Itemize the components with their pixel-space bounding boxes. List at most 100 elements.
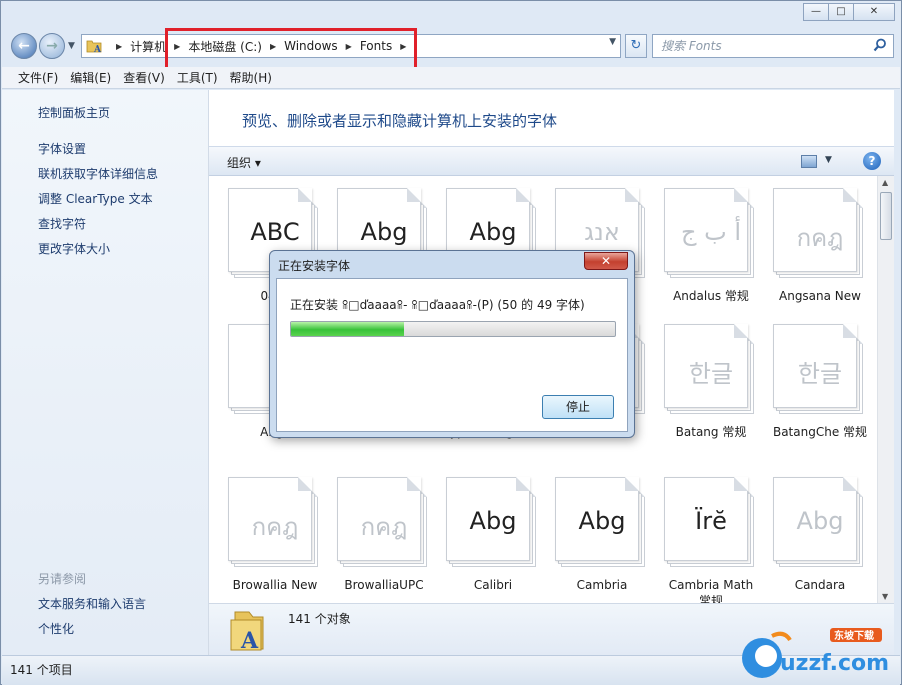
font-tile[interactable]: Ïrĕ Cambria Math 常规 [661,477,761,603]
font-file-icon: Abg [555,477,649,571]
font-name-label: BatangChe 常规 [772,425,868,439]
scroll-up-icon[interactable]: ▲ [882,178,888,187]
svg-text:东坡下载: 东坡下载 [834,629,874,642]
svg-text:uzzf.com: uzzf.com [780,651,889,676]
text-services-link[interactable]: 文本服务和输入语言 [38,595,146,612]
scroll-down-icon[interactable]: ▼ [882,592,888,601]
search-input[interactable]: 搜索 Fonts [652,34,894,58]
address-dropdown-icon[interactable]: ▼ [609,37,616,47]
font-preview-glyph: กคฎ [251,513,299,541]
font-preview-glyph: กคฎ [796,224,844,252]
font-file-icon: 한글 [664,324,758,418]
online-font-info-link[interactable]: 联机获取字体详细信息 [38,165,158,182]
maximize-button[interactable]: □ [828,3,854,21]
stop-button[interactable]: 停止 [542,395,614,419]
font-tile[interactable]: Abg Cambria [552,477,652,593]
font-preview-glyph: Abg [469,507,517,535]
refresh-button[interactable]: ↻ [625,34,647,58]
see-also-heading: 另请参阅 [38,572,87,586]
font-name-label: Candara [794,578,846,592]
font-preview-glyph: ABC [250,218,300,246]
font-tile[interactable]: กคฎ Browallia New [225,477,325,593]
font-tile[interactable]: Abg Calibri [443,477,543,593]
font-preview-glyph: Abg [360,218,408,246]
explorer-window: — □ ✕ ← → ▼ A ▶ 计算机 ▶ 本地磁盘 (C:) ▶ Window… [0,0,902,685]
history-dropdown-icon[interactable]: ▼ [68,41,75,51]
minimize-button[interactable]: — [803,3,829,21]
vertical-scrollbar[interactable]: ▲ ▼ [877,176,894,603]
font-name-label: Browallia New [232,578,318,592]
menu-tools[interactable]: 工具(T) [177,69,218,86]
font-preview-glyph: Abg [469,218,517,246]
install-progress-message: 正在安装 ꕉ□ďaaaaꕉ- ꕉ□ďaaaaꕉ-(P) (50 的 49 字体) [290,298,585,312]
command-bar: 组织 ▾ ▼ ? [209,146,894,176]
close-button[interactable]: ✕ [853,3,895,21]
cleartype-link[interactable]: 调整 ClearType 文本 [38,190,153,207]
font-preview-glyph: Abg [796,507,844,535]
font-file-icon: กคฎ [228,477,322,571]
font-tile[interactable]: 한글 Batang 常规 [661,324,761,440]
font-file-icon: กคฎ [337,477,431,571]
menu-help[interactable]: 帮助(H) [230,69,272,86]
menu-view[interactable]: 查看(V) [123,69,165,86]
item-count-detail: 141 个对象 [288,612,351,626]
svg-text:A: A [240,628,259,652]
caption-buttons: — □ ✕ [803,3,895,21]
font-name-label: Angsana New [779,289,861,303]
fonts-folder-icon: A [86,40,102,54]
font-name-label: Cambria [576,578,628,592]
font-preview-glyph: אנג [584,218,620,246]
menu-file[interactable]: 文件(F) [18,69,58,86]
font-tile[interactable]: กคฎ BrowalliaUPC [334,477,434,593]
font-name-label: Batang 常规 [675,425,747,439]
font-file-icon: กคฎ [773,188,867,282]
dialog-title: 正在安装字体 [278,259,351,273]
font-name-label: Andalus 常规 [673,289,749,303]
font-preview-glyph: Ïrĕ [695,507,727,535]
font-name-label: Calibri [473,578,513,592]
view-dropdown-icon[interactable]: ▼ [825,155,832,165]
font-file-icon: Ïrĕ [664,477,758,571]
font-tile[interactable]: أ ب ج Andalus 常规 [661,188,761,304]
menu-bar: 文件(F) 编辑(E) 查看(V) 工具(T) 帮助(H) [2,67,900,89]
find-character-link[interactable]: 查找字符 [38,215,86,232]
font-file-icon: أ ب ج [664,188,758,282]
font-preview-glyph: 한글 [797,360,843,388]
help-icon[interactable]: ? [863,152,881,170]
personalization-link[interactable]: 个性化 [38,620,74,637]
change-view-icon[interactable] [801,155,817,168]
scroll-thumb[interactable] [880,192,892,240]
search-icon[interactable] [873,38,887,52]
font-file-icon: Abg [773,477,867,571]
status-bar: 141 个项目 东坡下载 uzzf.com [2,628,900,685]
fonts-folder-large-icon: A [230,611,264,652]
font-tile[interactable]: กคฎ Angsana New [770,188,870,304]
task-pane: 控制面板主页 字体设置 联机获取字体详细信息 调整 ClearType 文本 查… [2,90,209,655]
navigation-row: ← → ▼ A ▶ 计算机 ▶ 本地磁盘 (C:) ▶ Windows ▶ Fo… [7,31,895,63]
back-button[interactable]: ← [11,33,37,59]
change-font-size-link[interactable]: 更改字体大小 [38,240,110,257]
forward-button[interactable]: → [39,33,65,59]
breadcrumb-computer[interactable]: 计算机 [130,38,166,55]
install-progress-bar [290,321,616,337]
dialog-close-button[interactable]: ✕ [584,252,628,270]
font-tile[interactable]: Abg Candara [770,477,870,593]
organize-button[interactable]: 组织 ▾ [227,154,261,171]
font-preview-glyph: กคฎ [360,513,408,541]
menu-edit[interactable]: 编辑(E) [70,69,111,86]
font-file-icon: 한글 [773,324,867,418]
status-item-count: 141 个项目 [10,663,73,677]
font-file-icon: Abg [446,477,540,571]
control-panel-home-link[interactable]: 控制面板主页 [38,104,110,121]
font-preview-glyph: 한글 [688,360,734,388]
breadcrumb-arrow-icon[interactable]: ▶ [116,42,122,51]
annotation-highlight-box [165,28,417,70]
font-name-label: Cambria Math 常规 [668,578,754,603]
font-tile[interactable]: 한글 BatangChe 常规 [770,324,870,440]
font-preview-glyph: Abg [578,507,626,535]
font-settings-link[interactable]: 字体设置 [38,140,86,157]
font-name-label: BrowalliaUPC [344,578,424,592]
dialog-body: 正在安装 ꕉ□ďaaaaꕉ- ꕉ□ďaaaaꕉ-(P) (50 的 49 字体)… [276,278,628,432]
search-placeholder: 搜索 Fonts [661,39,722,53]
install-fonts-dialog: 正在安装字体 ✕ 正在安装 ꕉ□ďaaaaꕉ- ꕉ□ďaaaaꕉ-(P) (50… [269,250,635,438]
